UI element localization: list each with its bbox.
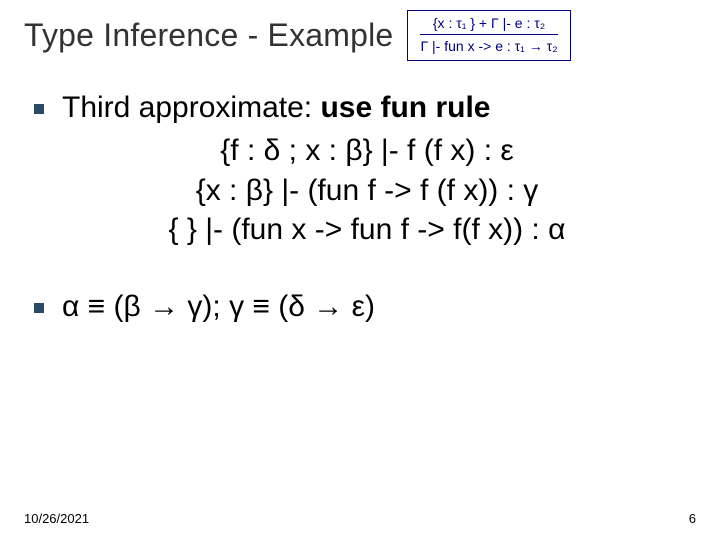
title-row: Type Inference - Example {x : τ₁ } + Γ |…: [0, 0, 720, 61]
bullet-row-2: α ≡ (β → γ); γ ≡ (δ → ε): [34, 290, 700, 324]
bullet1-lead-plain: Third approximate:: [62, 91, 320, 124]
slide: Type Inference - Example {x : τ₁ } + Γ |…: [0, 0, 720, 540]
derivation: {f : δ ; x : β} |- f (f x) : ε {x : β} |…: [34, 131, 700, 250]
footer: 10/26/2021 6: [24, 511, 696, 526]
footer-page-number: 6: [689, 511, 696, 526]
deriv-line-3: { } |- (fun x -> fun f -> f(f x)) : α: [34, 210, 700, 250]
footer-date: 10/26/2021: [24, 511, 89, 526]
bullet1-lead-bold: use fun rule: [320, 91, 490, 124]
constraint-text: α ≡ (β → γ); γ ≡ (δ → ε): [62, 290, 375, 324]
rule-conclusion: Γ |- fun x -> e : τ₁ → τ₂: [420, 38, 557, 54]
deriv-line-1: {f : δ ; x : β} |- f (f x) : ε: [34, 131, 700, 171]
rule-premise: {x : τ₁ } + Γ |- e : τ₂: [420, 15, 557, 31]
bullet-icon: [34, 303, 44, 313]
rule-divider: [420, 34, 557, 35]
page-title: Type Inference - Example: [24, 17, 393, 54]
bullet-icon: [34, 104, 44, 114]
body-block-1: Third approximate: use fun rule {f : δ ;…: [0, 61, 720, 250]
deriv-line-2: {x : β} |- (fun f -> f (f x)) : γ: [34, 171, 700, 211]
inference-rule-box: {x : τ₁ } + Γ |- e : τ₂ Γ |- fun x -> e …: [407, 10, 570, 61]
bullet-row-1: Third approximate: use fun rule: [34, 91, 700, 125]
body-block-2: α ≡ (β → γ); γ ≡ (δ → ε): [0, 250, 720, 324]
bullet1-lead: Third approximate: use fun rule: [62, 91, 490, 125]
